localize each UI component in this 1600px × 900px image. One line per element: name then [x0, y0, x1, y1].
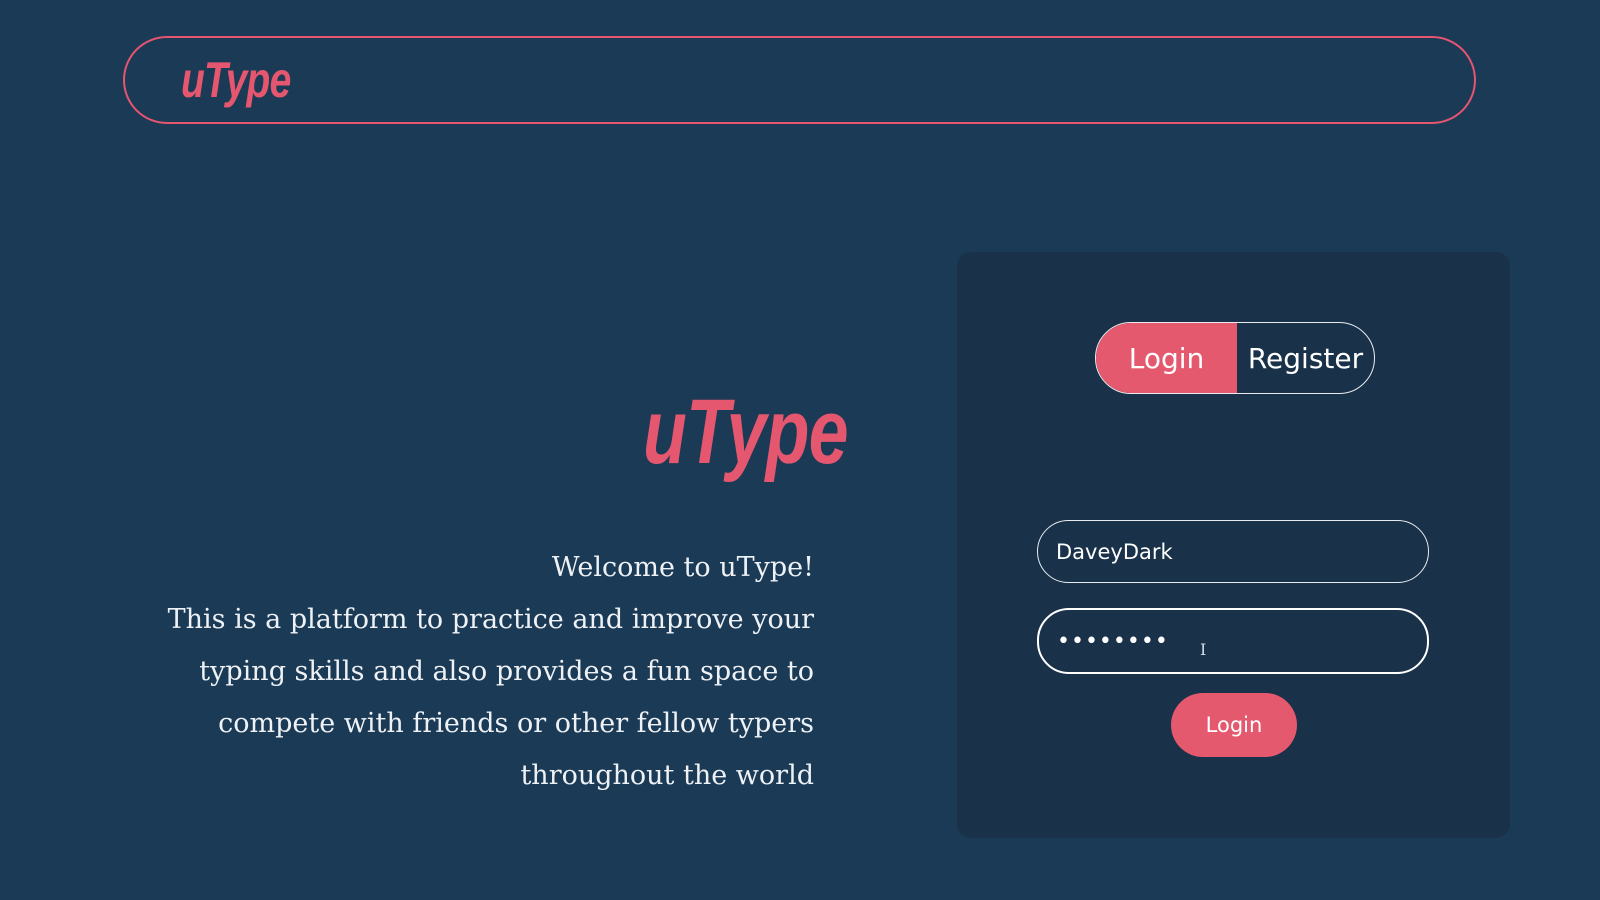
text-cursor-icon: I: [1200, 640, 1207, 659]
hero-logo: uType: [643, 381, 849, 483]
welcome-heading: Welcome to uType!: [551, 552, 814, 583]
username-field[interactable]: DaveyDark: [1037, 520, 1429, 583]
auth-card: Login Register DaveyDark •••••••• Login: [957, 252, 1510, 838]
password-field[interactable]: ••••••••: [1037, 608, 1429, 674]
login-page: uType uType Welcome to uType! This is a …: [0, 0, 1600, 900]
login-submit-button[interactable]: Login: [1171, 693, 1297, 757]
platform-description: This is a platform to practice and impro…: [167, 604, 814, 791]
tab-login[interactable]: Login: [1096, 323, 1237, 393]
tab-register[interactable]: Register: [1237, 323, 1374, 393]
auth-mode-toggle: Login Register: [1095, 322, 1375, 394]
top-navbar: uType: [123, 36, 1476, 124]
navbar-logo[interactable]: uType: [181, 52, 291, 108]
intro-text: Welcome to uType! This is a platform to …: [94, 542, 814, 802]
